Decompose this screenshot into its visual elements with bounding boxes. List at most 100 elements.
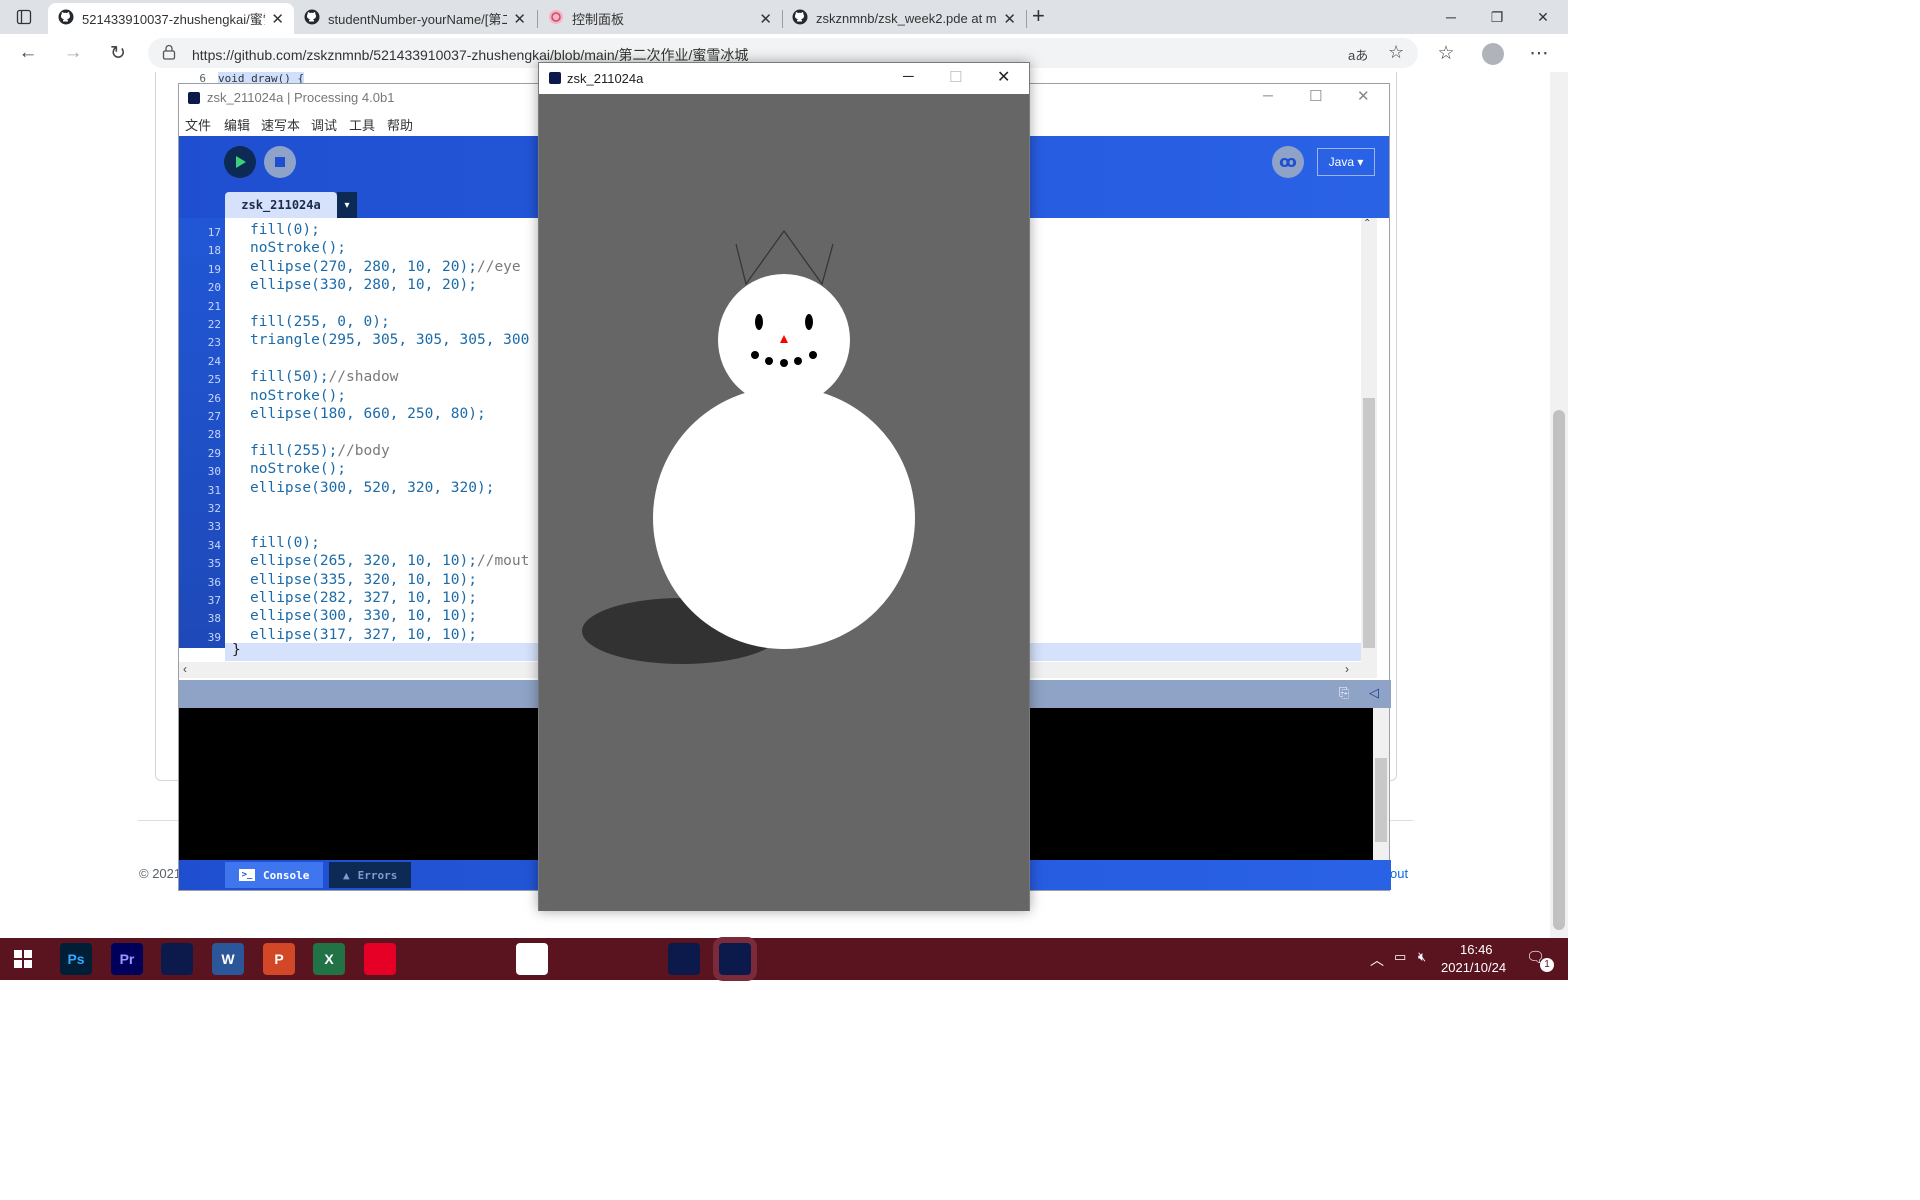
sketch-minimize-icon[interactable]: ─ [903, 68, 914, 85]
clock-date[interactable]: 2021/10/24 [1441, 960, 1506, 975]
code-line[interactable]: fill(0); [250, 535, 320, 551]
console-tab[interactable]: >_ Console [225, 862, 324, 888]
menu-tools[interactable]: 工具 [349, 115, 375, 134]
minimize-icon[interactable]: ─ [1428, 4, 1474, 30]
github-footer-about-link[interactable]: out [1390, 866, 1408, 881]
code-line[interactable]: ellipse(180, 660, 250, 80); [250, 406, 486, 422]
photoshop-icon[interactable]: Ps [60, 943, 92, 975]
more-menu-icon[interactable]: ⋯ [1525, 39, 1553, 67]
close-tab-icon[interactable]: ✕ [759, 10, 772, 28]
excel-icon[interactable]: X [313, 943, 345, 975]
close-window-icon[interactable]: ✕ [1520, 4, 1566, 30]
run-button[interactable] [224, 146, 256, 178]
clock-time[interactable]: 16:46 [1460, 942, 1493, 957]
code-line[interactable]: ellipse(300, 330, 10, 10); [250, 608, 477, 624]
processing-2-icon[interactable] [668, 943, 700, 975]
close-tab-icon[interactable]: ✕ [1003, 10, 1016, 28]
volume-muted-icon[interactable]: 🔇︎ [1418, 949, 1426, 965]
editor-tab-active[interactable]: zsk_211024a [225, 192, 337, 218]
tab-menu-button[interactable]: ▾ [337, 192, 357, 218]
menu-debug[interactable]: 调试 [311, 115, 337, 134]
qq-icon[interactable] [415, 943, 447, 975]
word-icon[interactable]: W [212, 943, 244, 975]
tray-chevron-icon[interactable]: ︿ [1370, 950, 1384, 970]
edge-icon[interactable] [567, 943, 599, 975]
snowman-mouth-dot [794, 357, 802, 365]
forward-icon[interactable]: → [59, 39, 87, 67]
file-explorer-icon[interactable] [617, 943, 649, 975]
line-number: 32 [207, 502, 221, 515]
tab-actions-icon[interactable] [14, 7, 34, 27]
processing-icon[interactable] [161, 943, 193, 975]
page-scrollbar[interactable] [1550, 72, 1568, 938]
sketch-title-bar: zsk_211024a ─ ☐ ✕ [539, 63, 1029, 94]
console-scrollbar[interactable] [1373, 708, 1389, 860]
debugger-icon[interactable]: ꝏ [1272, 146, 1304, 178]
menu-file[interactable]: 文件 [185, 115, 211, 134]
sketch-close-icon[interactable]: ✕ [997, 67, 1010, 87]
code-line[interactable]: noStroke(); [250, 461, 346, 477]
processing-icon [549, 72, 561, 84]
errors-tab[interactable]: ▲ Errors [329, 862, 412, 888]
menu-sketch[interactable]: 速写本 [261, 115, 300, 134]
browser-tab-1[interactable]: 521433910037-zhushengkai/蜜雪 ✕ [48, 3, 294, 34]
notification-badge: 1 [1540, 958, 1554, 972]
browser-tab-2[interactable]: studentNumber-yourName/[第二 ✕ [294, 3, 536, 34]
snowman-mouth-dot [765, 357, 773, 365]
read-aloud-icon[interactable]: aあ [1348, 45, 1368, 64]
snowman-drawing [582, 229, 915, 664]
wechat-icon[interactable] [465, 943, 497, 975]
code-line[interactable]: ellipse(282, 327, 10, 10); [250, 590, 477, 606]
windows-taskbar: Ps Pr W P X ︿ ▭ 🔇︎ 16:46 2021/10/24 🗨︎ 1 [0, 938, 1568, 980]
browser-tab-4[interactable]: zskznmnb/zsk_week2.pde at ma ✕ [782, 3, 1026, 34]
code-line[interactable]: ellipse(270, 280, 10, 20);//eye [250, 259, 521, 275]
code-line[interactable]: ellipse(330, 280, 10, 20); [250, 277, 477, 293]
refresh-icon[interactable]: ↻ [104, 39, 132, 67]
sketch-canvas[interactable] [539, 94, 1029, 911]
line-number: 26 [207, 391, 221, 405]
avatar[interactable] [1482, 43, 1504, 65]
processing-3-icon[interactable] [719, 943, 751, 975]
close-tab-icon[interactable]: ✕ [513, 10, 526, 28]
powerpoint-icon[interactable]: P [263, 943, 295, 975]
code-line[interactable]: noStroke(); [250, 240, 346, 256]
premiere-icon[interactable]: Pr [111, 943, 143, 975]
favorites-icon[interactable]: ☆ [1432, 39, 1460, 67]
console-tab-label: Console [263, 868, 310, 882]
line-number: 34 [207, 538, 221, 552]
code-line[interactable]: fill(255);//body [250, 443, 390, 459]
code-line[interactable]: fill(0); [250, 222, 320, 238]
menu-edit[interactable]: 编辑 [224, 115, 250, 134]
lock-icon[interactable] [162, 44, 176, 63]
restore-icon[interactable]: ❐ [1474, 4, 1520, 30]
code-line[interactable]: fill(255, 0, 0); [250, 314, 390, 330]
console-copy-icon[interactable]: ⎘ [1339, 685, 1349, 701]
add-favorite-icon[interactable]: ☆ [1388, 42, 1404, 63]
line-number: 17 [207, 226, 221, 239]
code-line[interactable]: triangle(295, 305, 305, 305, 300 [250, 332, 529, 348]
back-icon[interactable]: ← [14, 39, 42, 67]
code-line[interactable]: ellipse(317, 327, 10, 10); [250, 627, 477, 643]
collapse-console-icon[interactable]: ◁ [1369, 685, 1379, 701]
ide-close-icon[interactable]: ✕ [1357, 87, 1370, 105]
code-line[interactable]: ellipse(300, 520, 320, 320); [250, 480, 494, 496]
stop-button[interactable] [264, 146, 296, 178]
code-line[interactable]: ellipse(335, 320, 10, 10); [250, 572, 477, 588]
netease-music-icon[interactable] [364, 943, 396, 975]
start-button[interactable] [14, 950, 32, 971]
code-line[interactable]: noStroke(); [250, 388, 346, 404]
new-tab-button[interactable]: + [1032, 3, 1045, 29]
ide-minimize-icon[interactable]: ─ [1263, 87, 1273, 103]
menu-help[interactable]: 帮助 [387, 115, 413, 134]
sketch-maximize-icon[interactable]: ☐ [949, 68, 962, 86]
editor-vertical-scrollbar[interactable]: ⌃ [1361, 218, 1377, 662]
browser-tab-3[interactable]: 控制面板 ✕ [538, 3, 782, 34]
baidu-netdisk-icon[interactable] [516, 943, 548, 975]
code-line[interactable]: fill(50);//shadow [250, 369, 398, 385]
code-line[interactable]: } [232, 642, 241, 658]
mode-selector[interactable]: Java ▾ [1317, 148, 1375, 176]
code-line[interactable]: ellipse(265, 320, 10, 10);//mout [250, 553, 529, 569]
battery-icon[interactable]: ▭ [1394, 949, 1406, 965]
close-tab-icon[interactable]: ✕ [271, 10, 284, 28]
ide-maximize-icon[interactable]: ☐ [1309, 87, 1322, 105]
